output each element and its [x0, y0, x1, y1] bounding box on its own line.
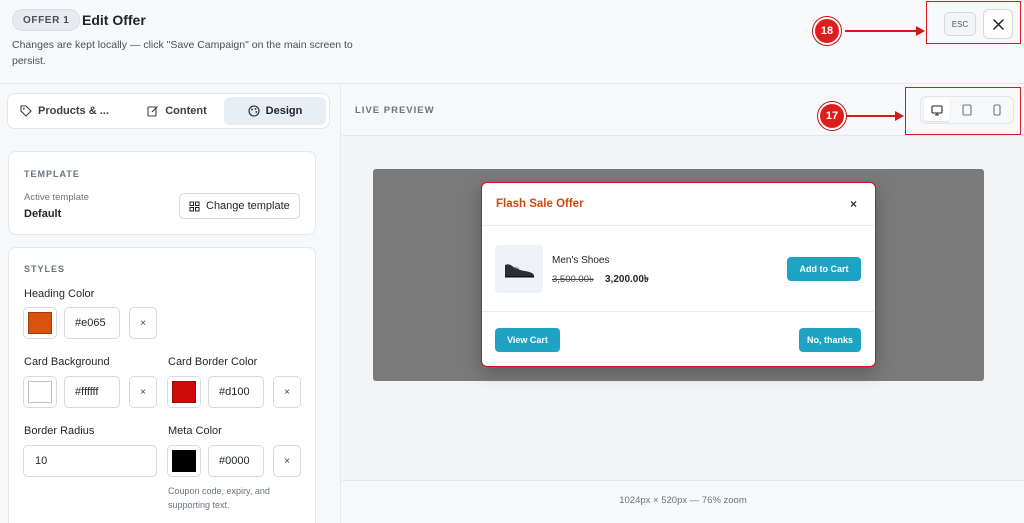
heading-color-input[interactable]: #e065 [64, 307, 120, 339]
card-border-color-clear-button[interactable]: × [273, 376, 301, 408]
card-border-color-label: Card Border Color [168, 356, 258, 368]
tab-products-label: Products & ... [38, 105, 109, 117]
card-background-clear-button[interactable]: × [129, 376, 157, 408]
active-template-value: Default [24, 208, 62, 220]
popup-close-button[interactable]: × [850, 197, 857, 211]
tab-products[interactable]: Products & ... [12, 97, 130, 125]
change-template-label: Change template [206, 200, 290, 212]
product-price-old: 3,500.00৳ [552, 274, 594, 285]
template-section-title: TEMPLATE [24, 169, 80, 179]
meta-color-help: Coupon code, expiry, and supporting text… [168, 486, 270, 510]
card-border-color-input[interactable]: #d100 [208, 376, 264, 408]
border-radius-input[interactable]: 10 [23, 445, 157, 477]
annotation-arrowhead-17 [895, 111, 904, 121]
card-background-preview [28, 381, 52, 403]
meta-color-label: Meta Color [168, 425, 222, 437]
no-thanks-button[interactable]: No, thanks [799, 328, 861, 352]
shoe-icon [505, 264, 534, 278]
add-to-cart-button[interactable]: Add to Cart [787, 257, 861, 281]
edit-icon [147, 106, 159, 117]
tab-content[interactable]: Content [132, 97, 222, 125]
tab-design-label: Design [265, 105, 303, 117]
border-radius-label: Border Radius [24, 425, 95, 437]
heading-color-preview [28, 312, 52, 334]
palette-icon [248, 105, 260, 117]
heading-color-swatch[interactable] [23, 307, 57, 339]
popup-title: Flash Sale Offer [496, 198, 584, 210]
header: OFFER 1 Edit Offer Changes are kept loca… [0, 0, 1024, 84]
template-card: TEMPLATE Active template Default Change … [8, 151, 316, 235]
change-template-button[interactable]: Change template [179, 193, 300, 219]
settings-panel: Products & ... Content Design TEMPLATE A… [0, 84, 341, 523]
view-cart-button[interactable]: View Cart [495, 328, 560, 352]
tab-design[interactable]: Design [224, 97, 326, 125]
annotation-arrow-17 [846, 115, 897, 117]
popup-divider [482, 225, 874, 226]
card-border-color-preview [172, 381, 196, 403]
tag-icon [20, 105, 32, 117]
card-background-swatch[interactable] [23, 376, 57, 408]
meta-color-preview [172, 450, 196, 472]
preview-footer: 1024px × 520px — 76% zoom [342, 480, 1024, 523]
annotation-box-18 [926, 1, 1021, 44]
offer-popup: Flash Sale Offer × Men's Shoes 3,500.00৳… [481, 182, 876, 367]
styles-section-title: STYLES [24, 264, 66, 274]
card-border-color-swatch[interactable] [167, 376, 201, 408]
product-thumbnail [495, 245, 543, 293]
page-title: Edit Offer [82, 12, 146, 28]
meta-color-clear-button[interactable]: × [273, 445, 301, 477]
meta-color-swatch[interactable] [167, 445, 201, 477]
annotation-marker-17: 17 [818, 102, 846, 130]
card-background-label: Card Background [24, 356, 110, 368]
grid-icon [189, 201, 200, 211]
zoom-note: 1024px × 520px — 76% zoom [619, 495, 747, 506]
annotation-arrowhead-18 [916, 26, 925, 36]
annotation-box-17 [905, 87, 1021, 135]
preview-panel: LIVE PREVIEW 17 Flash Sale Offer × Men's… [342, 84, 1024, 523]
meta-color-input[interactable]: #0000 [208, 445, 264, 477]
styles-card: STYLES Heading Color #e065 × Card Backgr… [8, 247, 316, 523]
tab-content-label: Content [165, 105, 207, 117]
product-name: Men's Shoes [552, 255, 610, 266]
offer-badge: OFFER 1 [12, 9, 81, 31]
live-preview-label: LIVE PREVIEW [355, 105, 435, 116]
card-background-input[interactable]: #ffffff [64, 376, 120, 408]
heading-color-clear-button[interactable]: × [129, 307, 157, 339]
heading-color-label: Heading Color [24, 288, 95, 300]
product-price-new: 3,200.00৳ [605, 274, 649, 285]
annotation-arrow-18 [845, 30, 917, 32]
annotation-marker-18: 18 [813, 17, 841, 45]
header-subtitle: Changes are kept locally — click "Save C… [12, 39, 353, 67]
popup-divider-bottom [482, 311, 874, 312]
active-template-label: Active template [24, 192, 89, 203]
tab-bar: Products & ... Content Design [7, 93, 330, 129]
